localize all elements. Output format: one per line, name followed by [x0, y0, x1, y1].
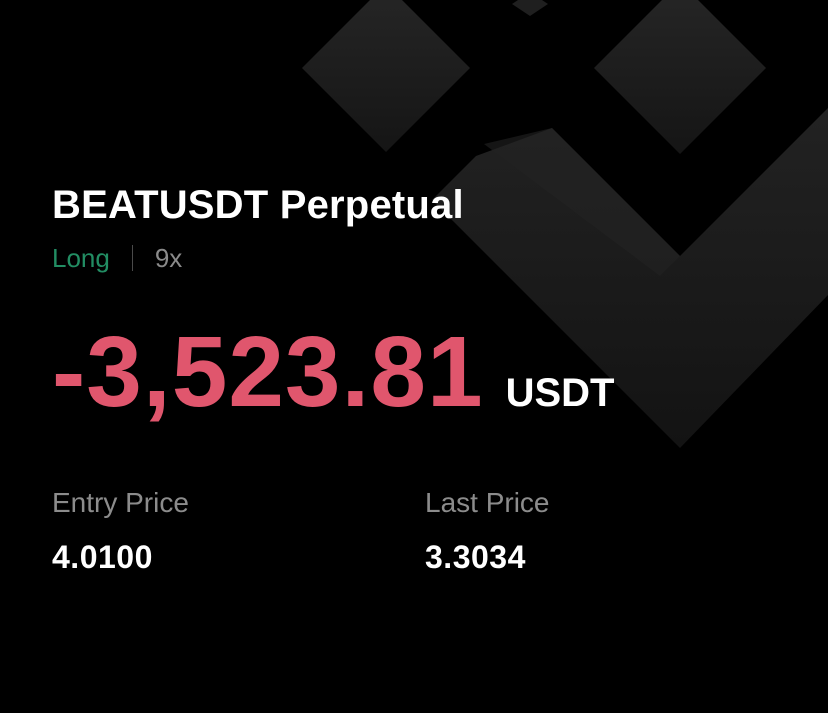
contract-symbol: BEATUSDT Perpetual [52, 183, 464, 227]
pnl-value: -3,523.81 [52, 316, 484, 428]
pnl-share-card: BEATUSDT Perpetual Long 9x -3,523.81 USD… [0, 0, 828, 713]
last-price-label: Last Price [425, 487, 550, 518]
position-meta: Long 9x [52, 241, 182, 275]
leverage: 9x [154, 242, 183, 273]
pnl-unit: USDT [505, 371, 615, 415]
meta-divider [131, 245, 133, 271]
position-side: Long [52, 242, 110, 273]
entry-price-block: Entry Price 4.0100 [52, 486, 189, 576]
last-price-block: Last Price 3.3034 [425, 486, 550, 576]
last-price-value: 3.3034 [425, 539, 526, 575]
entry-price-value: 4.0100 [52, 539, 153, 575]
pnl-row: -3,523.81 USDT [52, 322, 614, 422]
entry-price-label: Entry Price [52, 487, 189, 518]
